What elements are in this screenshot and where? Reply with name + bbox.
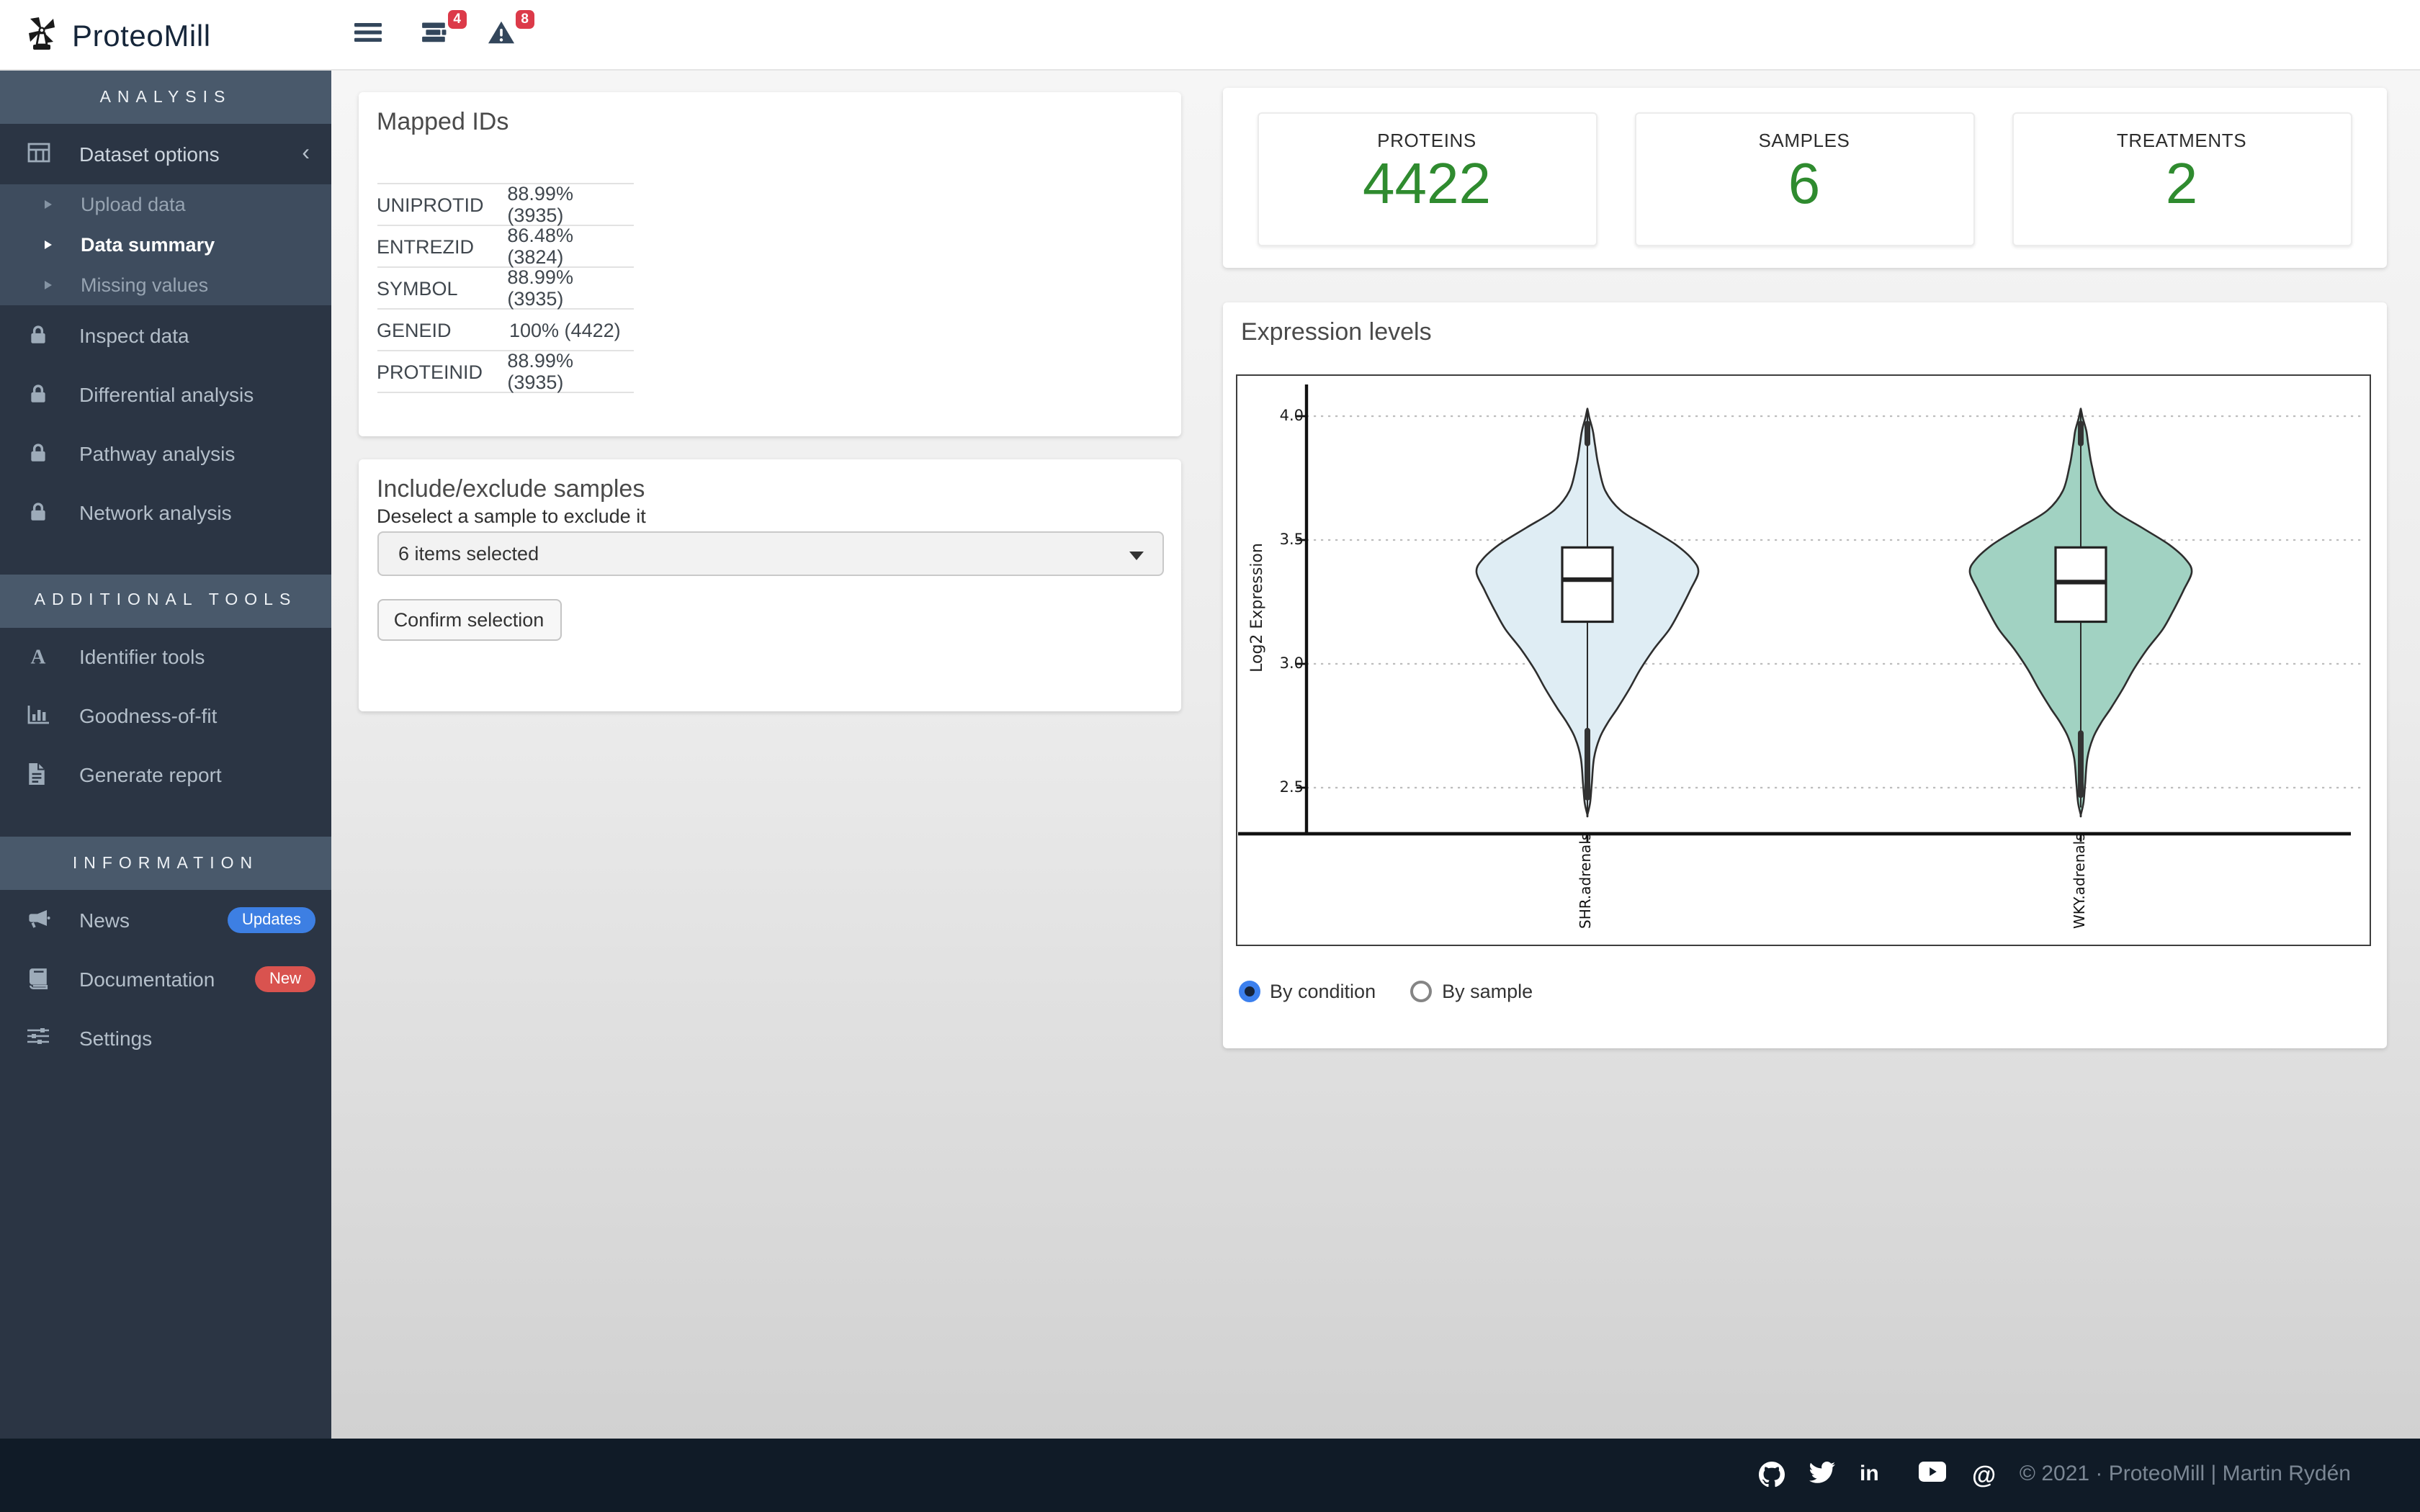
radio-by-condition-label[interactable]: By condition [1270, 981, 1376, 1002]
sidebar-subitem-upload-data[interactable]: Upload data [0, 184, 331, 225]
svg-text:A: A [31, 646, 46, 667]
sidebar-item-inspect-data[interactable]: Inspect data [0, 305, 331, 364]
proteomill-app: ProteoMill 4 [0, 0, 2420, 1512]
sidebar-section-additional-tools: ADDITIONAL TOOLS [0, 574, 331, 627]
y-axis-label: Log2 Expression [1247, 521, 1265, 694]
github-icon[interactable] [1759, 1462, 1785, 1495]
table-row: GENEID 100% (4422) [377, 308, 633, 350]
radio-by-sample[interactable] [1410, 981, 1432, 1002]
tasks-list-icon [420, 21, 447, 50]
brand-name: ProteoMill [72, 19, 211, 54]
tasks-count-badge: 4 [447, 10, 467, 29]
top-navbar: ProteoMill 4 [0, 0, 2420, 71]
bar-chart-icon [27, 704, 50, 727]
include-exclude-samples-card: Include/exclude samples Deselect a sampl… [358, 459, 1181, 711]
new-badge: New [255, 966, 315, 991]
mapped-ids-title: Mapped IDs [377, 107, 508, 136]
samples-stat-card: SAMPLES 6 [1634, 112, 1974, 246]
caret-right-icon [45, 281, 52, 289]
radio-by-sample-label[interactable]: By sample [1442, 981, 1533, 1002]
warning-triangle-icon [487, 19, 516, 51]
copyright-text: © 2021 · ProteoMill | Martin Rydén [2020, 1462, 2351, 1486]
caret-right-icon [45, 200, 52, 209]
megaphone-icon [27, 908, 50, 931]
table-row: SYMBOL 88.99% (3935) [377, 266, 633, 308]
hamburger-icon [354, 21, 381, 50]
lock-icon [27, 441, 50, 464]
mapped-ids-card: Mapped IDs UNIPROTID 88.99% (3935) ENTRE… [358, 91, 1181, 436]
expression-title: Expression levels [1241, 318, 1432, 347]
confirm-selection-button[interactable]: Confirm selection [377, 598, 561, 640]
lock-icon [27, 500, 50, 523]
sidebar-toggle-button[interactable] [334, 0, 400, 71]
dataset-options-submenu: Upload data Data summary Missing values [0, 184, 331, 305]
stats-summary-card: PROTEINS 4422 SAMPLES 6 TREATMENTS 2 [1222, 88, 2386, 268]
table-row: PROTEINID 88.99% (3935) [377, 350, 633, 392]
footer: in @ © 2021 · ProteoMill | Martin Rydén [0, 1439, 2420, 1512]
samples-multiselect[interactable]: 6 items selected [377, 531, 1163, 575]
sliders-icon [27, 1026, 50, 1049]
file-report-icon [27, 763, 50, 786]
samples-count: 6 [1636, 152, 1973, 215]
table-row: UNIPROTID 88.99% (3935) [377, 183, 633, 225]
samples-select-label: Deselect a sample to exclude it [377, 505, 646, 526]
alerts-count-badge: 8 [515, 10, 534, 29]
treatments-count: 2 [2013, 152, 2350, 215]
updates-badge: Updates [228, 906, 315, 932]
caret-down-icon [1129, 551, 1143, 559]
sidebar-section-information: INFORMATION [0, 837, 331, 890]
treatments-stat-card: TREATMENTS 2 [2012, 112, 2352, 246]
sidebar-item-dataset-options[interactable]: Dataset options ‹ [0, 124, 331, 184]
main-content: Mapped IDs UNIPROTID 88.99% (3935) ENTRE… [331, 71, 2420, 1439]
tasks-menu-button[interactable]: 4 [400, 0, 467, 71]
plot-grouping-radios: By condition By sample [1238, 981, 1567, 1002]
table-row: ENTREZID 86.48% (3824) [377, 225, 633, 266]
violin-plot-panel: 4.0 3.5 3.0 2.5 Log2 Expression SHR.adre… [1236, 374, 2371, 946]
linkedin-icon[interactable]: in [1860, 1462, 1879, 1486]
sidebar-item-pathway-analysis[interactable]: Pathway analysis [0, 423, 331, 482]
lock-icon [27, 323, 50, 346]
windmill-logo-icon [23, 14, 60, 59]
violin-plot-svg [1237, 376, 2372, 948]
proteins-count: 4422 [1258, 152, 1595, 215]
sidebar-item-network-analysis[interactable]: Network analysis [0, 482, 331, 541]
sidebar-item-documentation[interactable]: Documentation New [0, 949, 331, 1008]
brand[interactable]: ProteoMill [23, 14, 211, 59]
alerts-menu-button[interactable]: 8 [468, 0, 534, 71]
sidebar-item-news[interactable]: News Updates [0, 890, 331, 949]
table-icon [27, 143, 50, 166]
radio-by-condition[interactable] [1238, 981, 1260, 1002]
font-a-icon: A [27, 645, 50, 668]
proteins-stat-card: PROTEINS 4422 [1257, 112, 1597, 246]
sidebar-item-differential-analysis[interactable]: Differential analysis [0, 364, 331, 423]
sidebar-subitem-data-summary[interactable]: Data summary [0, 225, 331, 265]
sidebar-item-goodness-of-fit[interactable]: Goodness-of-fit [0, 686, 331, 745]
mapped-ids-table: UNIPROTID 88.99% (3935) ENTREZID 86.48% … [377, 183, 633, 393]
youtube-icon[interactable] [1919, 1462, 1946, 1489]
twitter-icon[interactable] [1809, 1462, 1835, 1492]
expression-levels-card: Expression levels 4.0 3.5 3.0 2.5 Log2 E… [1222, 302, 2386, 1048]
sidebar: ANALYSIS Dataset options ‹ Upload data D… [0, 71, 331, 1439]
book-icon [27, 967, 50, 990]
samples-card-title: Include/exclude samples [377, 474, 645, 503]
lock-icon [27, 382, 50, 405]
sidebar-item-identifier-tools[interactable]: A Identifier tools [0, 627, 331, 686]
caret-right-icon [45, 240, 52, 249]
x-category-label: SHR.adrenals [1579, 842, 1596, 929]
y-tick-label: 4.0 [1258, 407, 1304, 424]
x-category-label: WKY.adrenals [2072, 842, 2089, 929]
at-email-icon[interactable]: @ [1972, 1462, 1996, 1490]
sidebar-item-generate-report[interactable]: Generate report [0, 745, 331, 804]
collapse-chevron-icon: ‹ [302, 144, 310, 164]
y-tick-label: 2.5 [1258, 778, 1304, 796]
sidebar-item-settings[interactable]: Settings [0, 1008, 331, 1067]
sidebar-subitem-missing-values[interactable]: Missing values [0, 265, 331, 305]
sidebar-section-analysis: ANALYSIS [0, 71, 331, 124]
